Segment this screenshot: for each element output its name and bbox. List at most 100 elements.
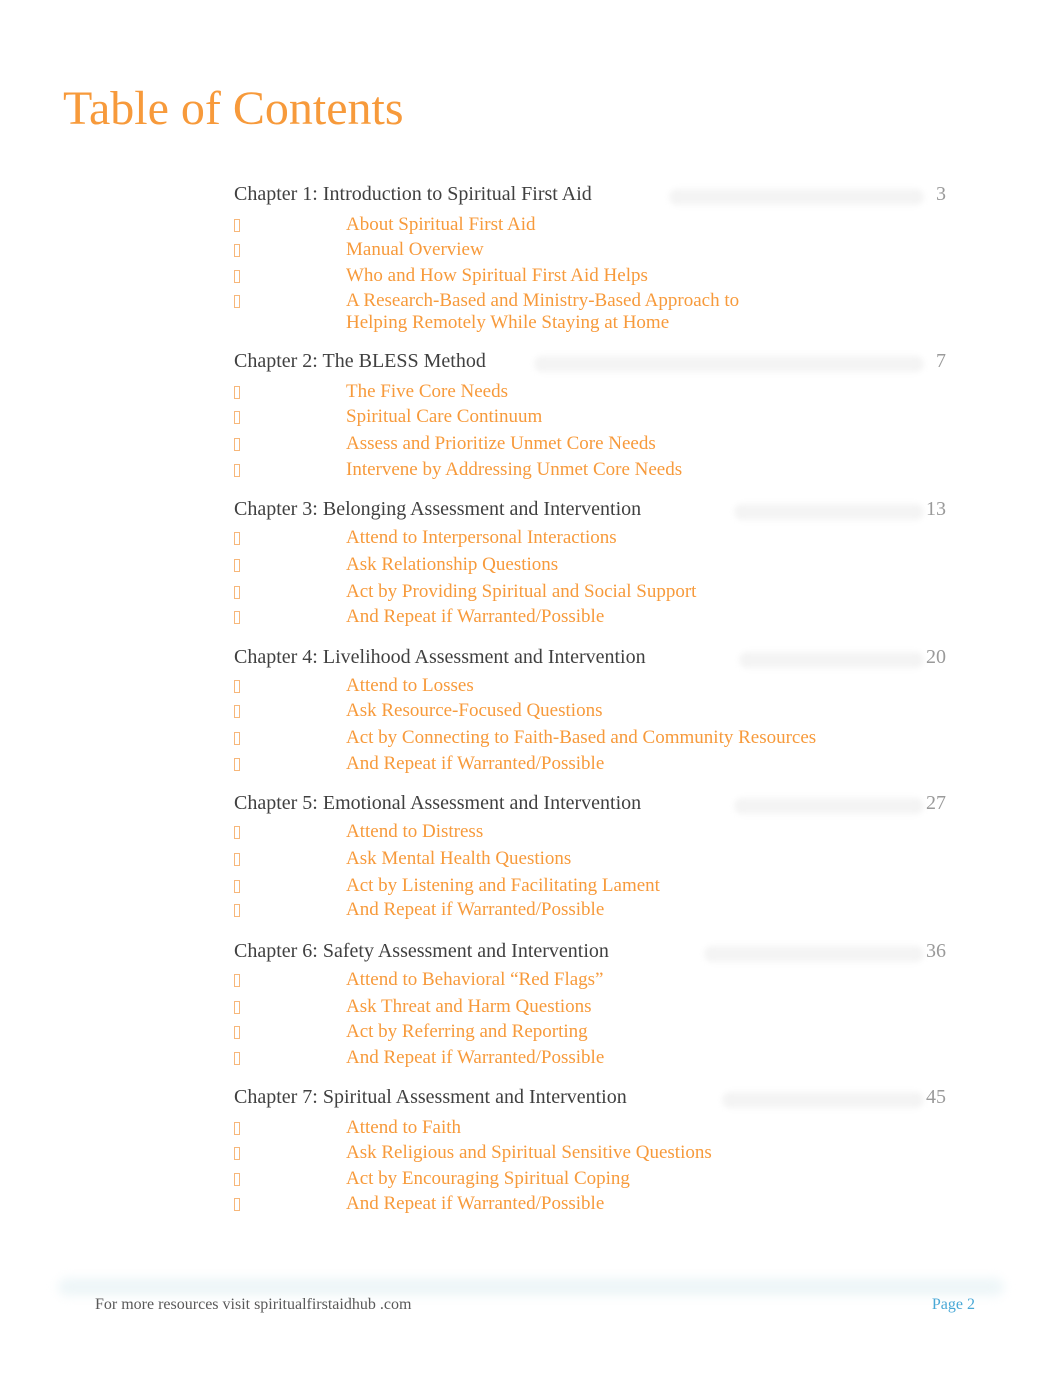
section-entry[interactable]: Ask Threat and Harm Questions (234, 996, 946, 1018)
bullet-icon (234, 880, 240, 893)
section-entry[interactable]: Intervene by Addressing Unmet Core Needs (234, 459, 946, 481)
bullet-icon (234, 1198, 240, 1211)
section-title[interactable]: The Five Core Needs (346, 381, 946, 403)
section-title[interactable]: Who and How Spiritual First Aid Helps (346, 265, 946, 287)
chapter-page-number: 27 (926, 792, 946, 814)
chapter-title[interactable]: Chapter 2: The BLESS Method (234, 350, 486, 373)
section-entry[interactable]: Act by Referring and Reporting (234, 1021, 946, 1043)
section-title[interactable]: And Repeat if Warranted/Possible (346, 899, 946, 921)
bullet-icon (234, 974, 240, 987)
chapter-title[interactable]: Chapter 6: Safety Assessment and Interve… (234, 940, 609, 963)
section-entry[interactable]: The Five Core Needs (234, 381, 946, 403)
chapter-title[interactable]: Chapter 7: Spiritual Assessment and Inte… (234, 1086, 627, 1109)
section-entry[interactable]: And Repeat if Warranted/Possible (234, 753, 946, 775)
chapter-entry[interactable]: Chapter 7: Spiritual Assessment and Inte… (234, 1086, 946, 1112)
section-entry[interactable]: Attend to Faith (234, 1117, 946, 1139)
leader-dots (669, 189, 924, 205)
section-entry[interactable]: And Repeat if Warranted/Possible (234, 1193, 946, 1215)
leader-dots (722, 1092, 924, 1108)
section-entry[interactable]: A Research-Based and Ministry-Based Appr… (234, 290, 764, 334)
section-entry[interactable]: And Repeat if Warranted/Possible (234, 899, 946, 921)
bullet-icon (234, 559, 240, 572)
section-title[interactable]: Ask Resource-Focused Questions (346, 700, 946, 722)
section-entry[interactable]: Ask Relationship Questions (234, 554, 946, 576)
bullet-icon (234, 532, 240, 545)
section-title[interactable]: Attend to Behavioral “Red Flags” (346, 969, 946, 991)
chapter-title[interactable]: Chapter 1: Introduction to Spiritual Fir… (234, 183, 592, 206)
section-entry[interactable]: Act by Listening and Facilitating Lament (234, 875, 946, 897)
section-title[interactable]: Attend to Interpersonal Interactions (346, 527, 946, 549)
section-title[interactable]: Assess and Prioritize Unmet Core Needs (346, 433, 946, 455)
chapter-title[interactable]: Chapter 3: Belonging Assessment and Inte… (234, 498, 641, 521)
section-title[interactable]: Spiritual Care Continuum (346, 406, 946, 428)
bullet-icon (234, 705, 240, 718)
section-title[interactable]: Ask Relationship Questions (346, 554, 946, 576)
chapter-title[interactable]: Chapter 4: Livelihood Assessment and Int… (234, 646, 646, 669)
section-entry[interactable]: Ask Resource-Focused Questions (234, 700, 946, 722)
section-title[interactable]: And Repeat if Warranted/Possible (346, 606, 946, 628)
toc-chapter: Chapter 5: Emotional Assessment and Inte… (234, 792, 946, 921)
bullet-icon (234, 219, 240, 232)
chapter-entry[interactable]: Chapter 5: Emotional Assessment and Inte… (234, 792, 946, 818)
section-entry[interactable]: Act by Connecting to Faith-Based and Com… (234, 727, 946, 749)
section-title[interactable]: Ask Religious and Spiritual Sensitive Qu… (346, 1142, 946, 1164)
section-title[interactable]: Act by Encouraging Spiritual Coping (346, 1168, 946, 1190)
chapter-entry[interactable]: Chapter 3: Belonging Assessment and Inte… (234, 498, 946, 524)
chapter-page-number: 36 (926, 940, 946, 962)
section-title[interactable]: Attend to Distress (346, 821, 946, 843)
section-entry[interactable]: Ask Mental Health Questions (234, 848, 946, 870)
section-title[interactable]: And Repeat if Warranted/Possible (346, 753, 946, 775)
bullet-icon (234, 270, 240, 283)
section-title[interactable]: Act by Connecting to Faith-Based and Com… (346, 727, 946, 749)
section-title[interactable]: Intervene by Addressing Unmet Core Needs (346, 459, 946, 481)
toc-chapter: Chapter 2: The BLESS Method 7 The Five C… (234, 350, 946, 481)
section-entry[interactable]: Attend to Distress (234, 821, 946, 843)
bullet-icon (234, 244, 240, 257)
bullet-icon (234, 586, 240, 599)
section-title[interactable]: Act by Listening and Facilitating Lament (346, 875, 946, 897)
section-title[interactable]: Attend to Losses (346, 675, 946, 697)
section-title[interactable]: Ask Threat and Harm Questions (346, 996, 946, 1018)
leader-dots (704, 946, 924, 962)
section-title[interactable]: And Repeat if Warranted/Possible (346, 1047, 946, 1069)
bullet-icon (234, 438, 240, 451)
section-title[interactable]: And Repeat if Warranted/Possible (346, 1193, 946, 1215)
section-entry[interactable]: Manual Overview (234, 239, 946, 261)
chapter-title[interactable]: Chapter 5: Emotional Assessment and Inte… (234, 792, 641, 815)
chapter-entry[interactable]: Chapter 2: The BLESS Method 7 (234, 350, 946, 376)
section-entry[interactable]: Act by Providing Spiritual and Social Su… (234, 581, 946, 603)
chapter-entry[interactable]: Chapter 1: Introduction to Spiritual Fir… (234, 183, 946, 209)
section-title[interactable]: A Research-Based and Ministry-Based Appr… (346, 290, 764, 334)
section-entry[interactable]: And Repeat if Warranted/Possible (234, 1047, 946, 1069)
section-title[interactable]: Act by Providing Spiritual and Social Su… (346, 581, 946, 603)
bullet-icon (234, 1001, 240, 1014)
chapter-entry[interactable]: Chapter 4: Livelihood Assessment and Int… (234, 646, 946, 672)
section-entry[interactable]: Assess and Prioritize Unmet Core Needs (234, 433, 946, 455)
section-entry[interactable]: Who and How Spiritual First Aid Helps (234, 265, 946, 287)
chapter-page-number: 13 (926, 498, 946, 520)
section-entry[interactable]: And Repeat if Warranted/Possible (234, 606, 946, 628)
section-entry[interactable]: Attend to Losses (234, 675, 946, 697)
section-title[interactable]: Act by Referring and Reporting (346, 1021, 946, 1043)
section-entry[interactable]: Spiritual Care Continuum (234, 406, 946, 428)
section-entry[interactable]: Act by Encouraging Spiritual Coping (234, 1168, 946, 1190)
bullet-icon (234, 411, 240, 424)
section-entry[interactable]: About Spiritual First Aid (234, 214, 946, 236)
bullet-icon (234, 758, 240, 771)
bullet-icon (234, 611, 240, 624)
footer-resources-text: For more resources visit spiritualfirsta… (95, 1296, 412, 1313)
toc-chapter: Chapter 7: Spiritual Assessment and Inte… (234, 1086, 946, 1215)
section-entry[interactable]: Attend to Behavioral “Red Flags” (234, 969, 946, 991)
chapter-entry[interactable]: Chapter 6: Safety Assessment and Interve… (234, 940, 946, 966)
bullet-icon (234, 1173, 240, 1186)
section-entry[interactable]: Ask Religious and Spiritual Sensitive Qu… (234, 1142, 946, 1164)
bullet-icon (234, 904, 240, 917)
leader-dots (734, 504, 924, 520)
section-title[interactable]: Attend to Faith (346, 1117, 946, 1139)
section-title[interactable]: Ask Mental Health Questions (346, 848, 946, 870)
section-title[interactable]: About Spiritual First Aid (346, 214, 946, 236)
section-entry[interactable]: Attend to Interpersonal Interactions (234, 527, 946, 549)
page-title: Table of Contents (63, 82, 404, 135)
bullet-icon (234, 1147, 240, 1160)
section-title[interactable]: Manual Overview (346, 239, 946, 261)
